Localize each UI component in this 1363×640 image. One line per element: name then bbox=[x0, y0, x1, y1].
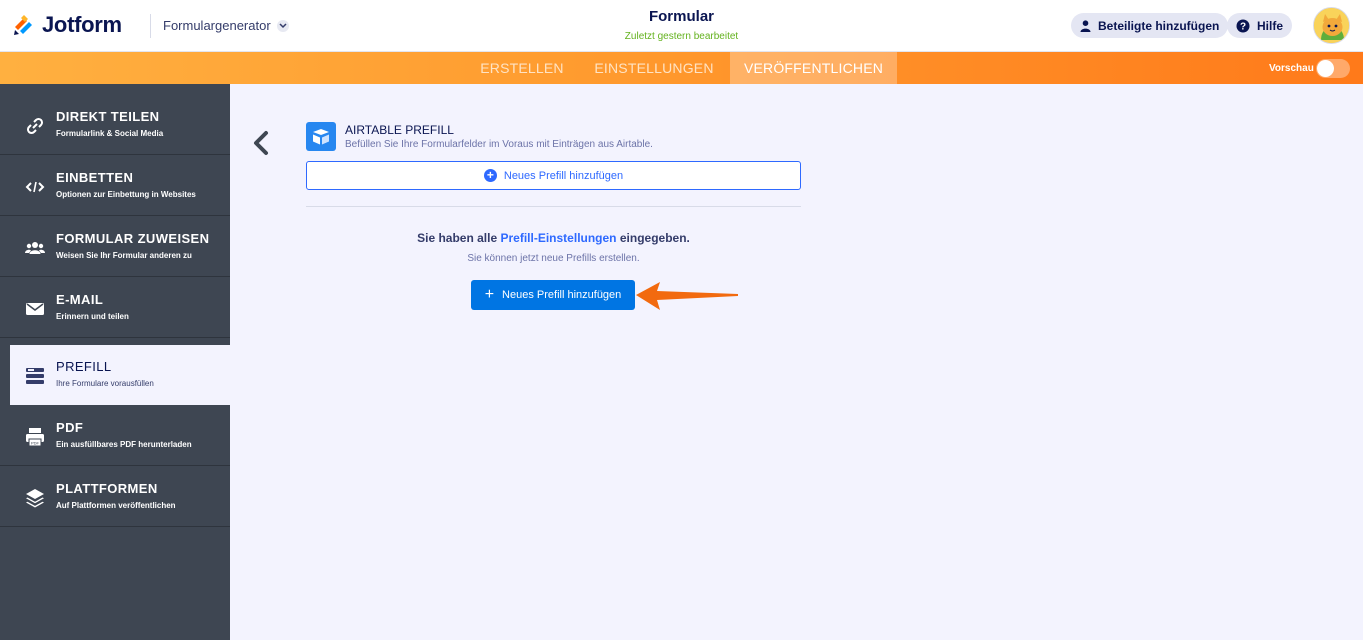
prefill-title: AIRTABLE PREFILL bbox=[345, 123, 454, 137]
chevron-left-icon bbox=[254, 131, 268, 155]
sidebar-item-pdf[interactable]: PDF PDF Ein ausfüllbares PDF herunterlad… bbox=[0, 406, 230, 466]
sidebar-item-assign-form[interactable]: FORMULAR ZUWEISEN Weisen Sie Ihr Formula… bbox=[0, 217, 230, 277]
avatar-cat-icon bbox=[1314, 8, 1349, 43]
pdf-icon: PDF bbox=[24, 426, 46, 448]
sidebar-item-email[interactable]: E-MAIL Erinnern und teilen bbox=[0, 278, 230, 338]
jotform-logo-icon bbox=[14, 15, 32, 35]
prefill-hint: Sie können jetzt neue Prefills erstellen… bbox=[467, 253, 640, 264]
sidebar-item-desc: Weisen Sie Ihr Formular anderen zu bbox=[56, 251, 192, 260]
sidebar-item-desc: Erinnern und teilen bbox=[56, 312, 129, 321]
link-icon bbox=[24, 115, 46, 137]
preview-toggle-knob bbox=[1317, 60, 1334, 77]
sidebar-item-desc: Ihre Formulare vorausfüllen bbox=[56, 379, 154, 388]
sidebar-item-embed[interactable]: EINBETTEN Optionen zur Einbettung in Web… bbox=[0, 156, 230, 216]
main-navigation: ERSTELLEN EINSTELLUNGEN VERÖFFENTLICHEN … bbox=[0, 52, 1363, 84]
prefill-icon bbox=[24, 365, 46, 387]
sidebar-item-desc: Formularlink & Social Media bbox=[56, 129, 164, 138]
done-prefix: Sie haben alle bbox=[417, 231, 498, 245]
layers-icon bbox=[24, 487, 46, 509]
tab-publish[interactable]: VERÖFFENTLICHEN bbox=[730, 52, 897, 84]
sidebar-item-title: DIREKT TEILEN bbox=[56, 109, 160, 124]
sidebar-item-platforms[interactable]: PLATTFORMEN Auf Plattformen veröffentlic… bbox=[0, 467, 230, 527]
sidebar-item-title: PLATTFORMEN bbox=[56, 481, 158, 496]
done-suffix: eingegeben. bbox=[619, 231, 690, 245]
add-prefill-label: Neues Prefill hinzufügen bbox=[502, 289, 622, 301]
pointer-arrow-icon bbox=[636, 282, 738, 310]
add-participants-label: Beteiligte hinzufügen bbox=[1098, 18, 1220, 33]
user-icon bbox=[1080, 19, 1091, 32]
plus-icon: + bbox=[484, 286, 495, 303]
add-prefill-outline-label: Neues Prefill hinzufügen bbox=[503, 169, 624, 182]
sidebar-item-prefill[interactable]: PREFILL Ihre Formulare vorausfüllen bbox=[10, 345, 230, 405]
jotform-logo[interactable]: Jotform bbox=[12, 12, 122, 38]
prefill-settings-link[interactable]: Prefill-Einstellungen bbox=[501, 231, 617, 245]
tab-settings[interactable]: EINSTELLUNGEN bbox=[580, 52, 728, 84]
mail-icon bbox=[24, 298, 46, 320]
sidebar-item-direct-share[interactable]: DIREKT TEILEN Formularlink & Social Medi… bbox=[0, 95, 230, 155]
header-divider bbox=[150, 14, 151, 38]
add-participants-button[interactable]: Beteiligte hinzufügen bbox=[1071, 13, 1229, 38]
preview-toggle[interactable] bbox=[1316, 59, 1350, 78]
publish-sidebar: DIREKT TEILEN Formularlink & Social Medi… bbox=[0, 84, 230, 640]
back-button[interactable] bbox=[250, 130, 272, 156]
product-switcher[interactable]: Formulargenerator bbox=[163, 18, 289, 33]
prefill-description: Befüllen Sie Ihre Formularfelder im Vora… bbox=[345, 139, 653, 150]
sidebar-item-title: FORMULAR ZUWEISEN bbox=[56, 231, 210, 246]
sidebar-item-desc: Optionen zur Einbettung in Websites bbox=[56, 190, 196, 199]
svg-text:?: ? bbox=[1240, 21, 1246, 32]
sidebar-item-title: PDF bbox=[56, 420, 84, 435]
sidebar-item-title: PREFILL bbox=[56, 359, 112, 374]
chevron-down-icon bbox=[276, 19, 289, 32]
brand-name: Jotform bbox=[42, 12, 122, 37]
plus-circle-icon: + bbox=[483, 169, 497, 182]
code-icon bbox=[24, 176, 46, 198]
tab-create[interactable]: ERSTELLEN bbox=[466, 52, 578, 84]
help-icon: ? bbox=[1236, 19, 1250, 32]
sidebar-item-desc: Ein ausfüllbares PDF herunterladen bbox=[56, 440, 192, 449]
airtable-icon bbox=[306, 122, 336, 151]
sidebar-item-title: EINBETTEN bbox=[56, 170, 134, 185]
help-label: Hilfe bbox=[1257, 18, 1284, 33]
avatar[interactable] bbox=[1313, 7, 1350, 44]
top-header: Jotform Formulargenerator Formular Zulet… bbox=[0, 0, 1363, 52]
section-divider bbox=[306, 206, 801, 207]
svg-text:PDF: PDF bbox=[31, 441, 40, 446]
preview-label: Vorschau bbox=[1269, 63, 1314, 74]
help-button[interactable]: ? Hilfe bbox=[1227, 13, 1293, 38]
add-prefill-outline-button[interactable]: + Neues Prefill hinzufügen bbox=[306, 161, 801, 190]
prefill-complete-message: Sie haben alle Prefill-Einstellungen ein… bbox=[306, 231, 801, 245]
add-prefill-button[interactable]: + Neues Prefill hinzufügen bbox=[471, 280, 635, 310]
sidebar-item-desc: Auf Plattformen veröffentlichen bbox=[56, 501, 176, 510]
users-icon bbox=[24, 237, 46, 259]
product-switcher-label: Formulargenerator bbox=[163, 18, 271, 33]
sidebar-item-title: E-MAIL bbox=[56, 292, 104, 307]
